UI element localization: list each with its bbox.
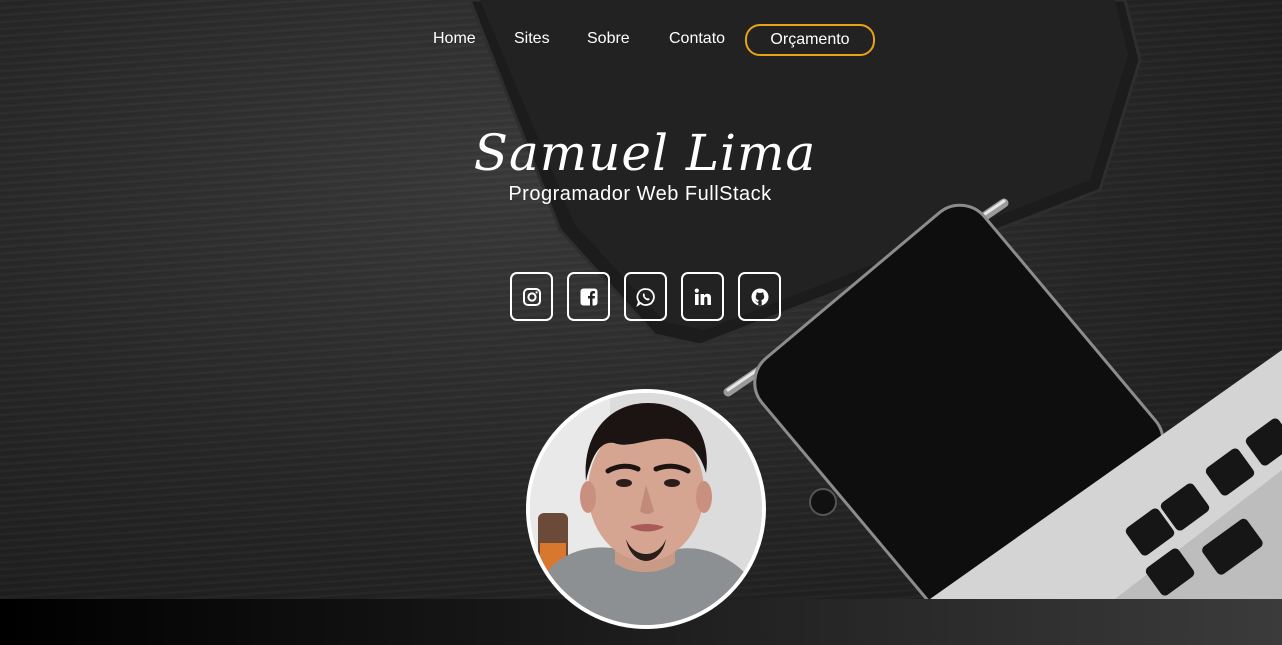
instagram-button[interactable] (510, 272, 553, 321)
nav-sites-link[interactable]: Sites (514, 30, 550, 48)
profile-avatar (526, 389, 766, 629)
linkedin-button[interactable] (681, 272, 724, 321)
brand-name: Samuel Lima (473, 124, 817, 182)
instagram-icon (522, 287, 541, 306)
nav-home-link[interactable]: Home (433, 30, 476, 48)
github-button[interactable] (738, 272, 781, 321)
nav-sobre-link[interactable]: Sobre (587, 30, 630, 48)
github-icon (751, 288, 768, 305)
brand-subtitle: Programador Web FullStack (508, 183, 772, 205)
orcamento-button[interactable]: Orçamento (745, 24, 875, 56)
whatsapp-button[interactable] (624, 272, 667, 321)
linkedin-icon (694, 288, 711, 305)
profile-photo (530, 393, 762, 625)
facebook-button[interactable] (567, 272, 610, 321)
main-nav: Home Sites Sobre Contato Orçamento (0, 24, 1282, 56)
facebook-icon (580, 288, 597, 305)
whatsapp-icon (635, 287, 655, 307)
nav-contato-link[interactable]: Contato (669, 30, 725, 48)
